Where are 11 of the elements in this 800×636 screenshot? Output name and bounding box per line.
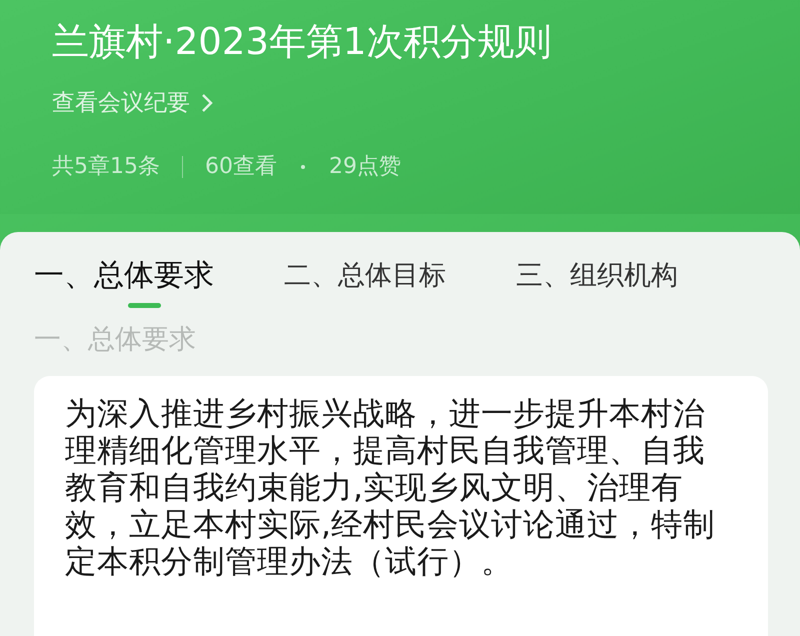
stat-text: 共5章15条: [52, 153, 160, 181]
chevron-right-icon: [200, 93, 214, 113]
stat-text: 60查看: [205, 153, 277, 181]
page-title: 兰旗村·2023年第1次积分规则: [52, 19, 552, 65]
rule-paragraph: 为深入推进乡村振兴战略，进一步提升本村治理精细化管理水平，提高村民自我管理、自我教育和自我约束能力,实现乡风文明、治理有效，立足本村实际,经村民会议讨论通过，特制定本积分制管理办法（试行）。: [65, 396, 715, 581]
chapter-tab[interactable]: 二、总体目标: [284, 258, 446, 308]
chapter-tab[interactable]: 三、组织机构: [516, 258, 678, 308]
chapter-tab[interactable]: 一、总体要求: [34, 258, 214, 308]
stat-text: 29点赞: [329, 153, 401, 181]
dot-separator-icon: [301, 165, 305, 169]
section-heading: 一、总体要求: [34, 323, 197, 357]
